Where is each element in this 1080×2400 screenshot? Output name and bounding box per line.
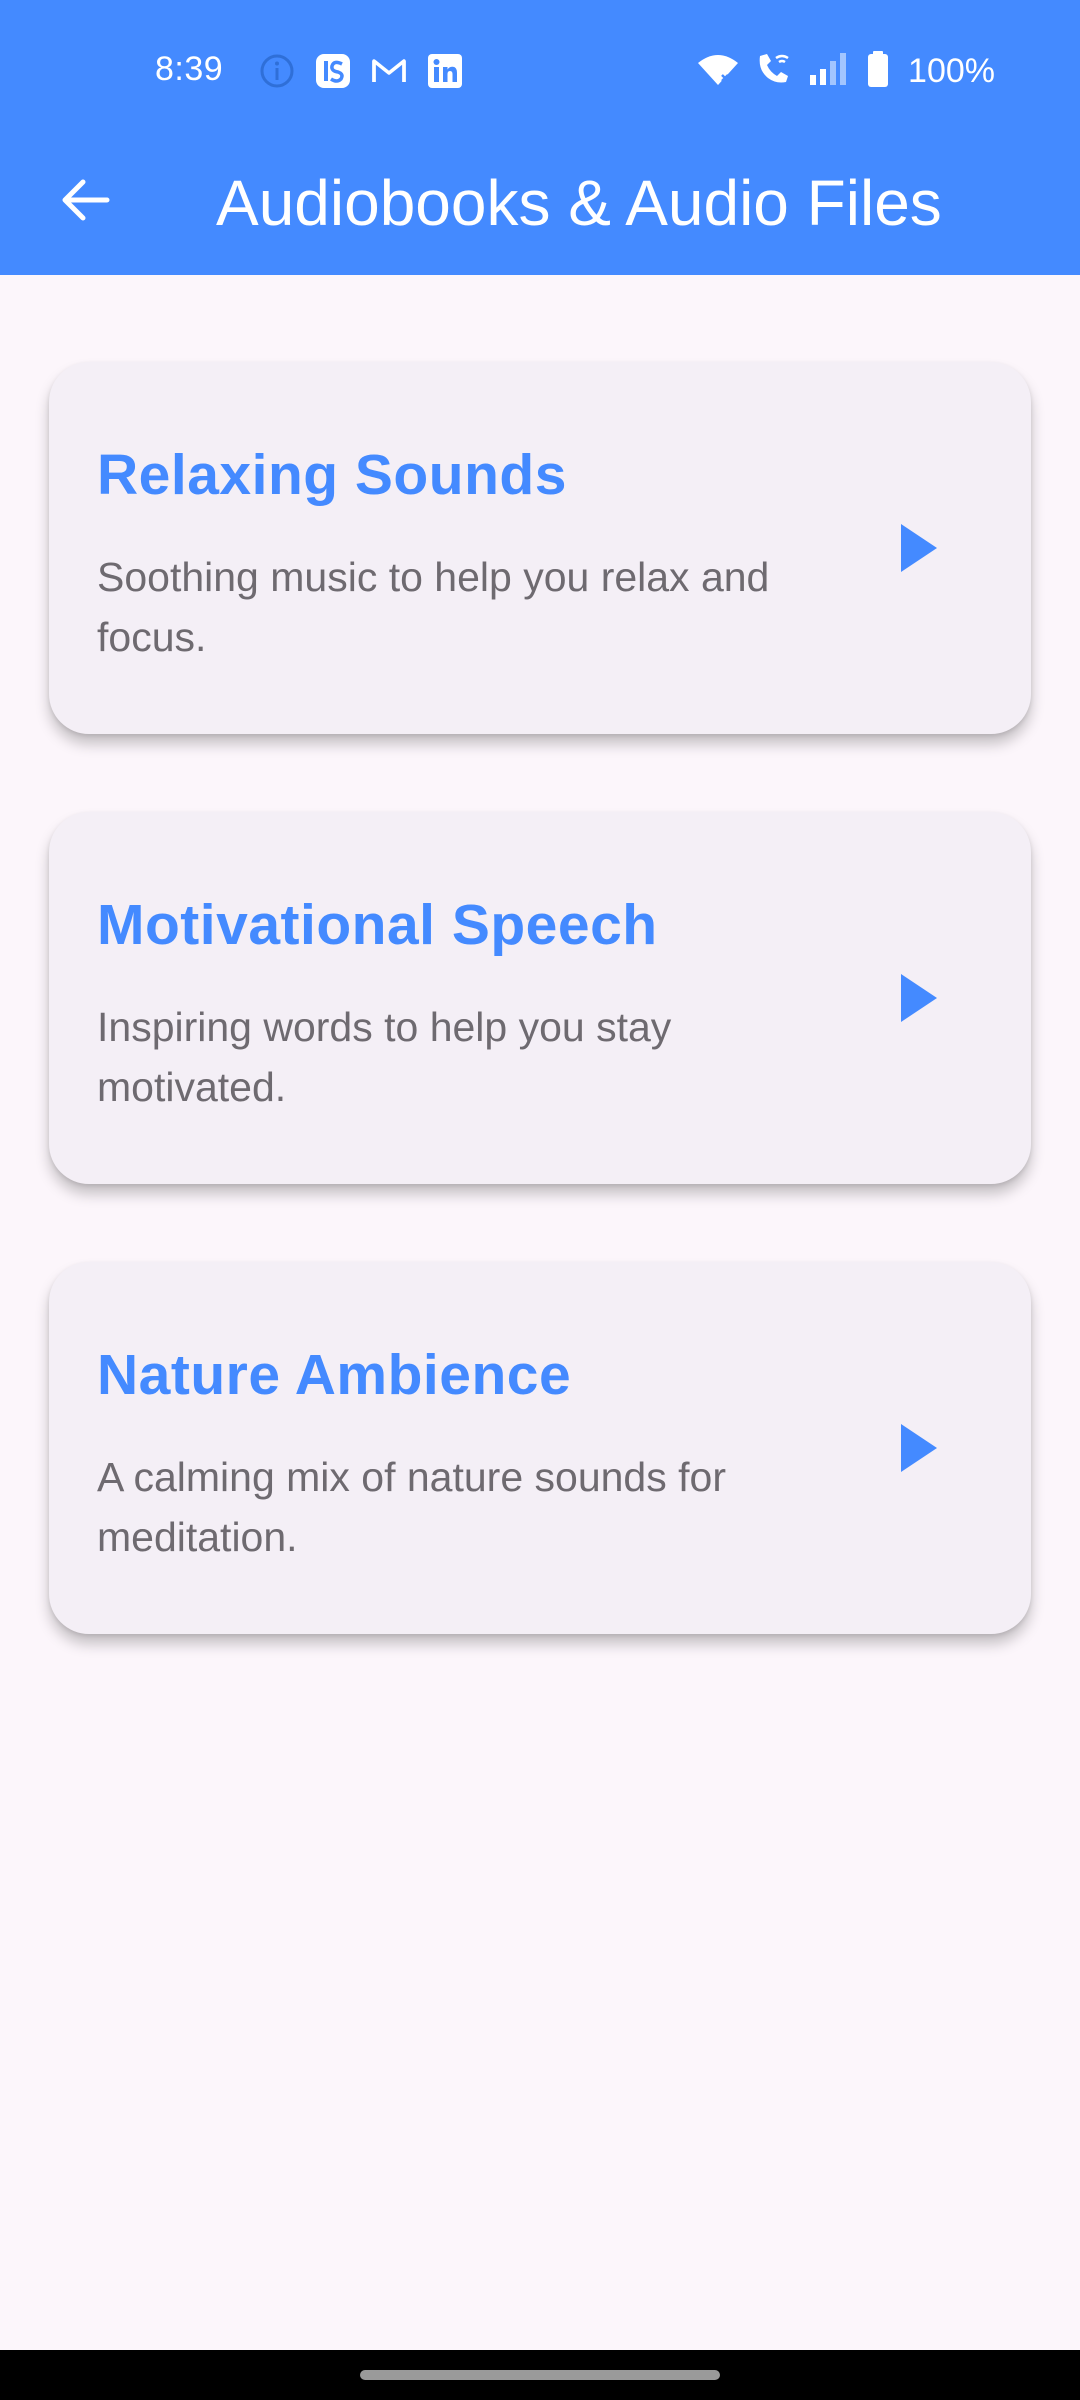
track-card-nature-ambience[interactable]: Nature Ambience A calming mix of nature …: [49, 1262, 1031, 1634]
battery-percent: 100%: [908, 52, 995, 90]
play-icon: [897, 1422, 941, 1479]
gmail-icon: [370, 52, 408, 95]
track-description: Inspiring words to help you stay motivat…: [97, 1004, 672, 1110]
notification-icons: [258, 52, 464, 95]
track-title: Nature Ambience: [97, 1343, 572, 1407]
track-card-relaxing-sounds[interactable]: Relaxing Sounds Soothing music to help y…: [49, 362, 1031, 734]
back-button[interactable]: [50, 167, 120, 237]
wifi-call-icon: [754, 50, 794, 93]
status-time: 8:39: [155, 50, 224, 88]
track-description: A calming mix of nature sounds for medit…: [97, 1454, 726, 1560]
track-list: Relaxing Sounds Soothing music to help y…: [0, 275, 1080, 2350]
play-icon: [897, 522, 941, 579]
track-card-motivational-speech[interactable]: Motivational Speech Inspiring words to h…: [49, 812, 1031, 1184]
home-gesture-handle[interactable]: [360, 2370, 720, 2380]
track-title: Relaxing Sounds: [97, 443, 567, 507]
instasaver-icon: [314, 52, 352, 95]
arrow-back-icon: [59, 176, 111, 229]
navigation-bar: [0, 2350, 1080, 2400]
track-title: Motivational Speech: [97, 893, 658, 957]
play-button[interactable]: [879, 960, 959, 1040]
play-button[interactable]: [879, 510, 959, 590]
page-title: Audiobooks & Audio Files: [216, 167, 942, 239]
play-icon: [897, 972, 941, 1029]
wifi-icon: [696, 51, 740, 92]
battery-icon: [866, 50, 890, 93]
status-bar: 8:39 100%: [0, 0, 1080, 145]
play-button[interactable]: [879, 1410, 959, 1490]
top-bar: 8:39 100% Audiobooks & Audio Files: [0, 0, 1080, 275]
signal-icon: [808, 51, 852, 92]
app-bar: Audiobooks & Audio Files: [0, 145, 1080, 275]
linkedin-icon: [426, 52, 464, 95]
track-description: Soothing music to help you relax and foc…: [97, 554, 770, 660]
system-icons: 100%: [696, 50, 995, 93]
info-icon: [258, 52, 296, 95]
